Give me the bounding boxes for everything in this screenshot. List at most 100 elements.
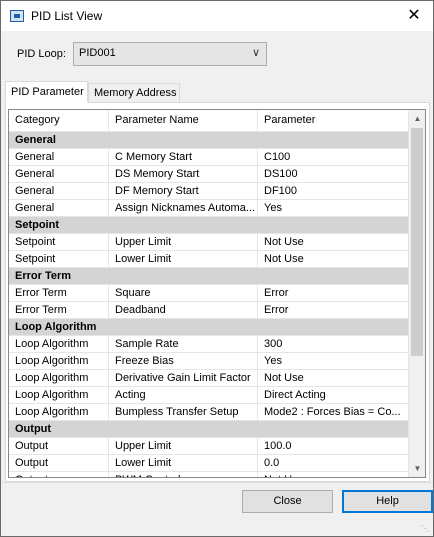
- footer-divider: [1, 482, 433, 483]
- cell-parameter-value: 300: [264, 338, 283, 350]
- cell-parameter-name: DF Memory Start: [109, 183, 258, 199]
- cell-category: Loop Algorithm: [9, 353, 109, 369]
- cell-parameter-name: Upper Limit: [109, 438, 258, 454]
- group-header-row[interactable]: Setpoint: [9, 217, 409, 234]
- cell-parameter-value: Mode2 : Forces Bias = Co...: [264, 406, 401, 418]
- cell-parameter-value: Not Use: [264, 236, 304, 248]
- cell-parameter-value: 0.0: [264, 457, 280, 469]
- table-row[interactable]: Loop Algorithm Bumpless Transfer Setup Mod…: [9, 404, 409, 421]
- cell-category: Setpoint: [9, 251, 109, 267]
- group-header-label: Error Term: [15, 270, 72, 282]
- group-header-label: Output: [15, 423, 52, 435]
- cell-parameter-value: Not Use: [258, 472, 409, 477]
- close-button[interactable]: Close: [242, 490, 333, 513]
- table-row[interactable]: Error Term Deadband Error: [9, 302, 409, 319]
- cell-parameter-name: Lower Limit: [109, 455, 258, 471]
- cell-category: Output: [9, 455, 109, 471]
- scroll-down-arrow-icon[interactable]: ▼: [409, 460, 425, 477]
- app-icon: [10, 10, 24, 22]
- help-button[interactable]: Help: [342, 490, 433, 513]
- cell-parameter-name: Lower Limit: [109, 251, 258, 267]
- table-row[interactable]: Loop Algorithm Derivative Gain Limit Fact…: [9, 370, 409, 387]
- group-header-label: General: [15, 134, 56, 146]
- cell-category: Loop Algorithm: [9, 387, 109, 403]
- table-row[interactable]: Setpoint Lower Limit Not Use: [9, 251, 409, 268]
- group-header-label: Setpoint: [15, 219, 59, 231]
- table-row[interactable]: Loop Algorithm Acting Direct Acting: [9, 387, 409, 404]
- window-title: PID List View: [31, 9, 103, 23]
- cell-parameter-value: Direct Acting: [264, 389, 326, 401]
- tab-pid-parameter[interactable]: PID Parameter: [5, 81, 88, 103]
- tab-pid-parameter-label: PID Parameter: [11, 86, 84, 98]
- table-row[interactable]: Output Lower Limit 0.0: [9, 455, 409, 472]
- grid-rows: General General C Memory Start C100 General D…: [9, 132, 409, 477]
- cell-category: General: [9, 200, 109, 216]
- table-row[interactable]: Output Upper Limit 100.0: [9, 438, 409, 455]
- cell-category: General: [9, 149, 109, 165]
- cell-category: Setpoint: [9, 234, 109, 250]
- cell-parameter-name: Assign Nicknames Automa...: [109, 200, 258, 216]
- cell-parameter-value: Not Use: [264, 372, 304, 384]
- cell-parameter-value: Not Use: [264, 253, 304, 265]
- table-row[interactable]: Loop Algorithm Sample Rate 300: [9, 336, 409, 353]
- cell-parameter-value: Yes: [264, 202, 282, 214]
- cell-category: General: [9, 183, 109, 199]
- scrollbar-thumb[interactable]: [411, 128, 423, 356]
- pid-list-view-window: PID List View ✕ PID Loop: PID001 ∨ PID P…: [0, 0, 434, 537]
- resize-grip-icon[interactable]: ⋱: [421, 524, 431, 534]
- cell-parameter-name: C Memory Start: [109, 149, 258, 165]
- table-row[interactable]: OutputPWM ControlNot Use: [9, 472, 409, 477]
- table-row[interactable]: General DF Memory Start DF100: [9, 183, 409, 200]
- cell-parameter-value: 100.0: [264, 440, 292, 452]
- cell-parameter-name: PWM Control: [109, 472, 258, 477]
- group-header-row[interactable]: Output: [9, 421, 409, 438]
- scroll-up-arrow-icon[interactable]: ▲: [409, 110, 425, 127]
- cell-parameter-value: Error: [264, 304, 289, 316]
- table-row[interactable]: General C Memory Start C100: [9, 149, 409, 166]
- cell-category: Output: [9, 438, 109, 454]
- cell-category: General: [9, 166, 109, 182]
- cell-parameter-value: Error: [264, 287, 289, 299]
- column-header-category[interactable]: Category: [9, 110, 109, 132]
- cell-category: Loop Algorithm: [9, 336, 109, 352]
- cell-parameter-name: Acting: [109, 387, 258, 403]
- cell-parameter-name: Square: [109, 285, 258, 301]
- tab-memory-address[interactable]: Memory Address: [88, 83, 180, 103]
- grid-header: Category Parameter Name Parameter: [9, 110, 409, 132]
- parameter-grid[interactable]: Category Parameter Name Parameter Genera…: [8, 109, 426, 478]
- cell-category: Error Term: [9, 302, 109, 318]
- group-header-label: Loop Algorithm: [15, 321, 97, 333]
- pid-loop-select[interactable]: PID001 ∨: [73, 42, 267, 66]
- close-window-button[interactable]: ✕: [395, 1, 433, 31]
- group-header-row[interactable]: Loop Algorithm: [9, 319, 409, 336]
- table-row[interactable]: Setpoint Upper Limit Not Use: [9, 234, 409, 251]
- table-row[interactable]: Error Term Square Error: [9, 285, 409, 302]
- pid-loop-label: PID Loop:: [17, 48, 66, 60]
- column-header-parameter-name[interactable]: Parameter Name: [109, 110, 258, 132]
- chevron-down-icon: ∨: [251, 47, 260, 59]
- column-header-parameter[interactable]: Parameter: [258, 110, 409, 132]
- cell-category: Output: [9, 472, 109, 477]
- pid-loop-value: PID001: [79, 47, 116, 59]
- cell-category: Loop Algorithm: [9, 404, 109, 420]
- group-header-row[interactable]: Error Term: [9, 268, 409, 285]
- cell-parameter-name: DS Memory Start: [109, 166, 258, 182]
- cell-parameter-name: Bumpless Transfer Setup: [109, 404, 258, 420]
- vertical-scrollbar[interactable]: ▲ ▼: [408, 110, 425, 477]
- group-header-row[interactable]: General: [9, 132, 409, 149]
- cell-parameter-value: DS100: [264, 168, 298, 180]
- tab-memory-address-label: Memory Address: [94, 87, 177, 99]
- cell-parameter-value: C100: [264, 151, 291, 163]
- cell-parameter-name: Sample Rate: [109, 336, 258, 352]
- table-row[interactable]: Loop Algorithm Freeze Bias Yes: [9, 353, 409, 370]
- table-row[interactable]: General DS Memory Start DS100: [9, 166, 409, 183]
- cell-parameter-value: Yes: [264, 355, 282, 367]
- cell-category: Error Term: [9, 285, 109, 301]
- cell-category: Loop Algorithm: [9, 370, 109, 386]
- cell-parameter-name: Upper Limit: [109, 234, 258, 250]
- table-row[interactable]: General Assign Nicknames Automa... Yes: [9, 200, 409, 217]
- cell-parameter-name: Deadband: [109, 302, 258, 318]
- cell-parameter-name: Derivative Gain Limit Factor: [109, 370, 258, 386]
- cell-parameter-value: DF100: [264, 185, 298, 197]
- title-bar: PID List View ✕: [1, 1, 433, 31]
